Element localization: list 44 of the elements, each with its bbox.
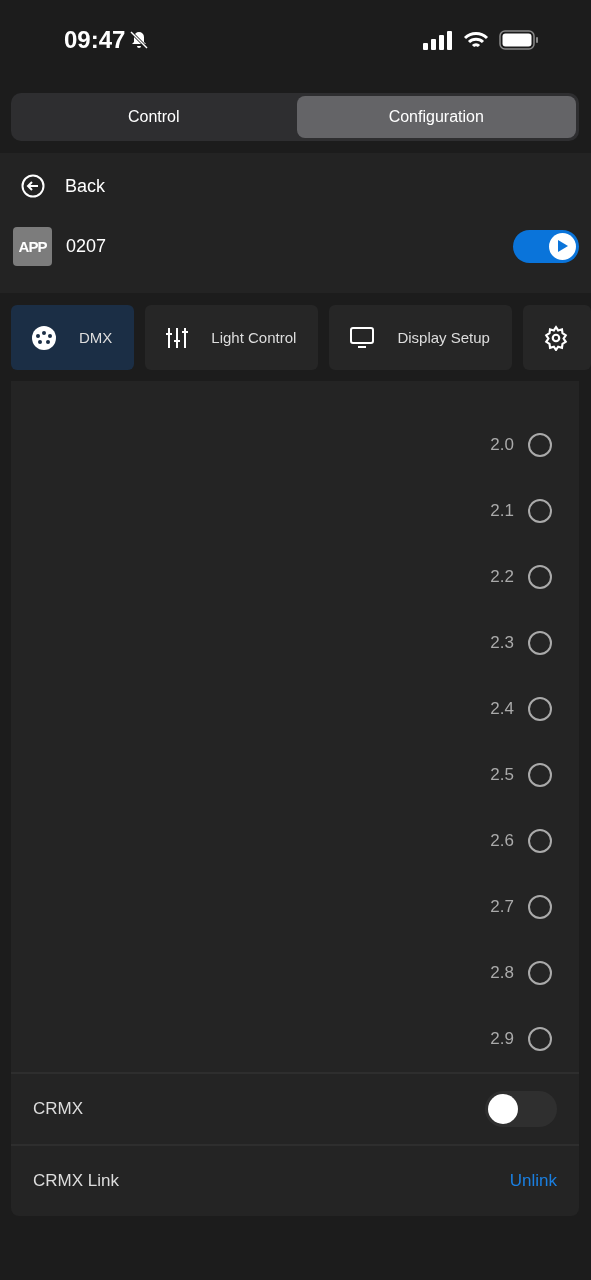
option-label: 2.1 <box>490 501 514 521</box>
clock: 09:47 <box>64 26 126 54</box>
segment-tab[interactable]: Configuration <box>296 96 576 138</box>
radio-button[interactable] <box>528 697 552 721</box>
unlink-link[interactable]: Unlink <box>509 1171 557 1191</box>
wifi-icon <box>463 30 489 50</box>
radio-button[interactable] <box>528 763 552 787</box>
segment-tab[interactable]: Control <box>14 96 294 138</box>
option-label: 2.5 <box>490 765 514 785</box>
option-label: 2.7 <box>490 897 514 917</box>
device-name: 0207 <box>66 235 107 257</box>
radio-button[interactable] <box>528 433 552 457</box>
toggle-switch[interactable] <box>485 1091 557 1127</box>
radio-button[interactable] <box>528 565 552 589</box>
radio-button[interactable] <box>528 895 552 919</box>
radio-button[interactable] <box>528 499 552 523</box>
option-label: 2.8 <box>490 963 514 983</box>
option-label: 2.6 <box>490 831 514 851</box>
category-tab[interactable]: Display Setup <box>329 305 512 370</box>
option-label: 2.3 <box>490 633 514 653</box>
radio-button[interactable] <box>528 631 552 655</box>
option-label: 2.2 <box>490 567 514 587</box>
radio-button[interactable] <box>528 961 552 985</box>
radio-button[interactable] <box>528 1027 552 1051</box>
category-tab[interactable] <box>522 305 591 370</box>
category-tab[interactable]: Light Control <box>145 305 319 370</box>
play-icon <box>556 239 569 253</box>
setting-label: CRMX Link <box>33 1171 119 1191</box>
settings-icon <box>542 324 569 351</box>
option-label: 2.4 <box>490 699 514 719</box>
device-toggle[interactable] <box>513 229 579 263</box>
category-tab[interactable]: DMX <box>11 305 135 370</box>
option-label: 2.0 <box>490 435 514 455</box>
setting-label: CRMX <box>33 1099 84 1119</box>
radio-button[interactable] <box>528 829 552 853</box>
connector-icon <box>31 324 57 351</box>
muted-bell-icon <box>129 30 150 50</box>
battery-icon <box>499 30 539 50</box>
back-button[interactable]: Back <box>13 174 106 198</box>
signal-icon <box>423 30 453 50</box>
sliders-icon <box>165 325 190 350</box>
monitor-icon <box>349 325 376 350</box>
app-badge: APP <box>13 226 52 266</box>
option-label: 2.9 <box>490 1029 514 1049</box>
